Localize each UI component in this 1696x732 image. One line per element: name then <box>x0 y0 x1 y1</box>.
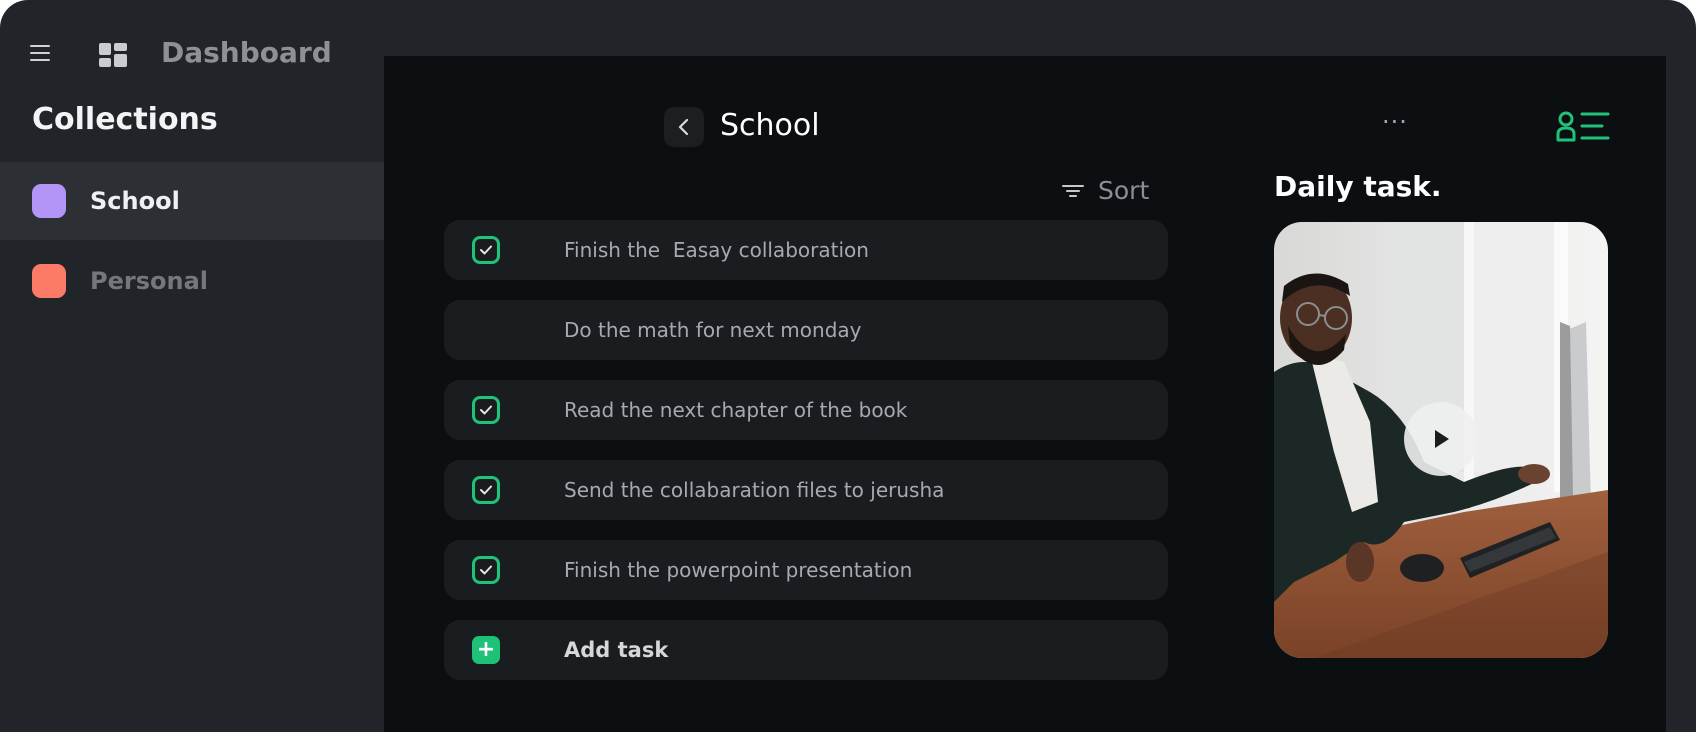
school-color-swatch <box>32 184 66 218</box>
sidebar-item-label: Personal <box>90 267 208 295</box>
app-window: Dashboard Collections School Personal Sc… <box>0 0 1696 732</box>
play-icon <box>1435 430 1449 448</box>
task-text: Read the next chapter of the book <box>564 398 908 422</box>
add-task-button[interactable]: + Add task <box>444 620 1168 680</box>
sidebar-item-label: School <box>90 187 180 215</box>
video-thumbnail[interactable] <box>1274 222 1608 658</box>
task-row[interactable]: Do the math for next monday <box>444 300 1168 360</box>
sidebar-item-school[interactable]: School <box>0 162 384 240</box>
task-row[interactable]: Read the next chapter of the book <box>444 380 1168 440</box>
dashboard-grid-icon[interactable] <box>99 43 127 67</box>
main-panel: School ··· Sort Finish the Easay collabo… <box>384 56 1666 732</box>
task-row[interactable]: Finish the powerpoint presentation <box>444 540 1168 600</box>
back-button[interactable] <box>664 107 704 147</box>
daily-task-title: Daily task. <box>1274 170 1442 203</box>
sidebar-item-personal[interactable]: Personal <box>0 242 384 320</box>
task-text: Do the math for next monday <box>564 318 862 342</box>
collections-heading: Collections <box>32 102 218 137</box>
task-text: Finish the powerpoint presentation <box>564 558 913 582</box>
chevron-left-icon <box>678 118 689 136</box>
dashboard-title[interactable]: Dashboard <box>161 36 332 69</box>
user-list-icon[interactable] <box>1556 110 1610 142</box>
task-checkbox[interactable] <box>472 556 500 584</box>
task-row[interactable]: Send the collabaration files to jerusha <box>444 460 1168 520</box>
more-options-button[interactable]: ··· <box>1382 110 1408 134</box>
task-checkbox[interactable] <box>472 396 500 424</box>
sort-button[interactable]: Sort <box>1062 176 1149 205</box>
play-button[interactable] <box>1404 402 1478 476</box>
task-checkbox[interactable] <box>472 476 500 504</box>
checkmark-icon <box>480 405 492 415</box>
page-title: School <box>720 108 820 143</box>
hamburger-menu-icon[interactable] <box>30 45 50 61</box>
filter-lines-icon <box>1062 184 1084 197</box>
sort-label: Sort <box>1098 176 1150 205</box>
add-task-label: Add task <box>564 638 669 662</box>
task-checkbox[interactable] <box>472 236 500 264</box>
checkmark-icon <box>480 245 492 255</box>
checkmark-icon <box>480 485 492 495</box>
task-row[interactable]: Finish the Easay collaboration <box>444 220 1168 280</box>
task-text: Finish the Easay collaboration <box>564 238 869 262</box>
personal-color-swatch <box>32 264 66 298</box>
task-text: Send the collabaration files to jerusha <box>564 478 945 502</box>
plus-icon: + <box>472 636 500 664</box>
checkmark-icon <box>480 565 492 575</box>
